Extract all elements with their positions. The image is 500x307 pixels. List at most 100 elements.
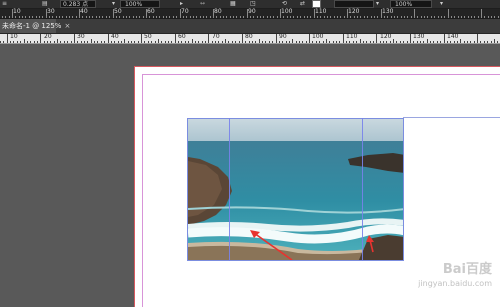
ruler-tick (193, 16, 194, 18)
ruler-tick (111, 41, 112, 43)
ruler-tick (232, 41, 233, 43)
menu-icon[interactable]: ≡ (2, 0, 7, 8)
ruler-tick (287, 16, 288, 18)
ruler-tick (414, 9, 415, 18)
ruler-tick (299, 41, 300, 43)
effects-icon[interactable]: ◳ (250, 0, 256, 8)
ruler-tick (481, 9, 482, 18)
ruler-tick (180, 9, 181, 18)
ruler-tick (230, 16, 231, 18)
ruler-tick (371, 16, 372, 18)
ruler-tick (30, 41, 31, 43)
close-tab-icon[interactable]: × (64, 22, 70, 30)
ruler-tick (74, 34, 75, 43)
top-ruler-label: 40 (80, 8, 88, 15)
margin-guide-left (142, 74, 143, 307)
top-ruler-label: 60 (147, 8, 155, 15)
ruler-tick (206, 16, 207, 18)
ruler-tick (260, 16, 261, 18)
stroke-style-field[interactable] (334, 0, 374, 8)
align-icon[interactable]: ▸ (180, 0, 183, 8)
ruler-tick (381, 9, 382, 18)
column-guide-right[interactable] (362, 118, 363, 261)
document-ruler-label: 80 (245, 33, 253, 40)
ruler-tick (27, 41, 28, 43)
top-ruler-label: 110 (315, 8, 327, 15)
ruler-tick (200, 16, 201, 18)
ruler-tick (306, 41, 307, 43)
ruler-tick (77, 41, 78, 43)
ruler-tick (175, 34, 176, 43)
document-ruler-label: 30 (77, 33, 85, 40)
image-frame[interactable] (187, 118, 404, 261)
text-wrap-icon[interactable]: ▦ (230, 0, 236, 8)
ruler-tick (210, 16, 211, 18)
ruler-tick (155, 41, 156, 43)
ruler-tick (32, 16, 33, 18)
ruler-tick (374, 16, 375, 18)
ruler-tick (440, 41, 441, 43)
ruler-tick (444, 16, 445, 18)
frame-edge-line (403, 117, 500, 118)
ruler-tick (173, 16, 174, 18)
ruler-tick (282, 41, 283, 43)
ruler-tick (404, 16, 405, 18)
opacity-field[interactable]: 100% (390, 0, 432, 8)
ruler-tick (407, 41, 408, 43)
ruler-tick (166, 16, 167, 18)
ruler-tick (50, 41, 51, 43)
ruler-tick (240, 16, 241, 18)
ruler-tick (245, 41, 246, 43)
document-ruler-label: 140 (447, 33, 459, 40)
ruler-tick (283, 16, 284, 18)
ruler-tick (183, 16, 184, 18)
ruler-tick (337, 16, 338, 18)
ruler-tick (149, 16, 150, 18)
ruler-tick (286, 41, 287, 43)
ruler-tick (96, 16, 97, 18)
ruler-tick (56, 16, 57, 18)
ruler-tick (339, 41, 340, 43)
ruler-tick (304, 16, 305, 18)
ruler-tick (133, 16, 134, 18)
ruler-tick (190, 16, 191, 18)
stroke-weight-field[interactable]: 0.283 点 (60, 0, 96, 8)
ruler-tick (239, 41, 240, 43)
ruler-tick (118, 41, 119, 43)
ruler-tick (116, 16, 117, 18)
document-tab[interactable]: 未命名-1 @ 125% × (0, 19, 70, 33)
ruler-tick (343, 34, 344, 43)
stroke-dropdown-icon[interactable]: ▾ (376, 0, 379, 8)
ruler-tick (323, 41, 324, 43)
fill-swatch[interactable] (312, 0, 321, 8)
ruler-tick (144, 41, 145, 43)
ruler-tick (464, 16, 465, 18)
column-guide-left[interactable] (229, 118, 230, 261)
ruler-tick (60, 41, 61, 43)
ruler-tick (119, 16, 120, 18)
document-ruler-label: 50 (144, 33, 152, 40)
ruler-tick (203, 16, 204, 18)
ruler-tick (198, 41, 199, 43)
ruler-tick (387, 16, 388, 18)
ruler-tick (259, 39, 260, 43)
ruler-tick (417, 16, 418, 18)
zoom-dropdown-icon[interactable]: ▾ (112, 0, 115, 8)
preset-icon[interactable]: ▾ (440, 0, 443, 8)
distribute-icon[interactable]: ⇿ (200, 0, 205, 8)
ruler-tick (360, 39, 361, 43)
ruler-tick (403, 41, 404, 43)
ruler-tick (431, 16, 432, 18)
ruler-tick (168, 41, 169, 43)
zoom-field[interactable]: 100% (120, 0, 160, 8)
transform-icon[interactable]: ⟲ (282, 0, 287, 8)
ruler-tick (57, 39, 58, 43)
ruler-tick (92, 16, 93, 18)
ruler-tick (20, 41, 21, 43)
flip-icon[interactable]: ⇄ (300, 0, 305, 8)
ruler-tick (247, 9, 248, 18)
ruler-tick (2, 16, 3, 18)
ruler-tick (280, 9, 281, 18)
ruler-tick (277, 16, 278, 18)
ruler-tick (188, 41, 189, 43)
